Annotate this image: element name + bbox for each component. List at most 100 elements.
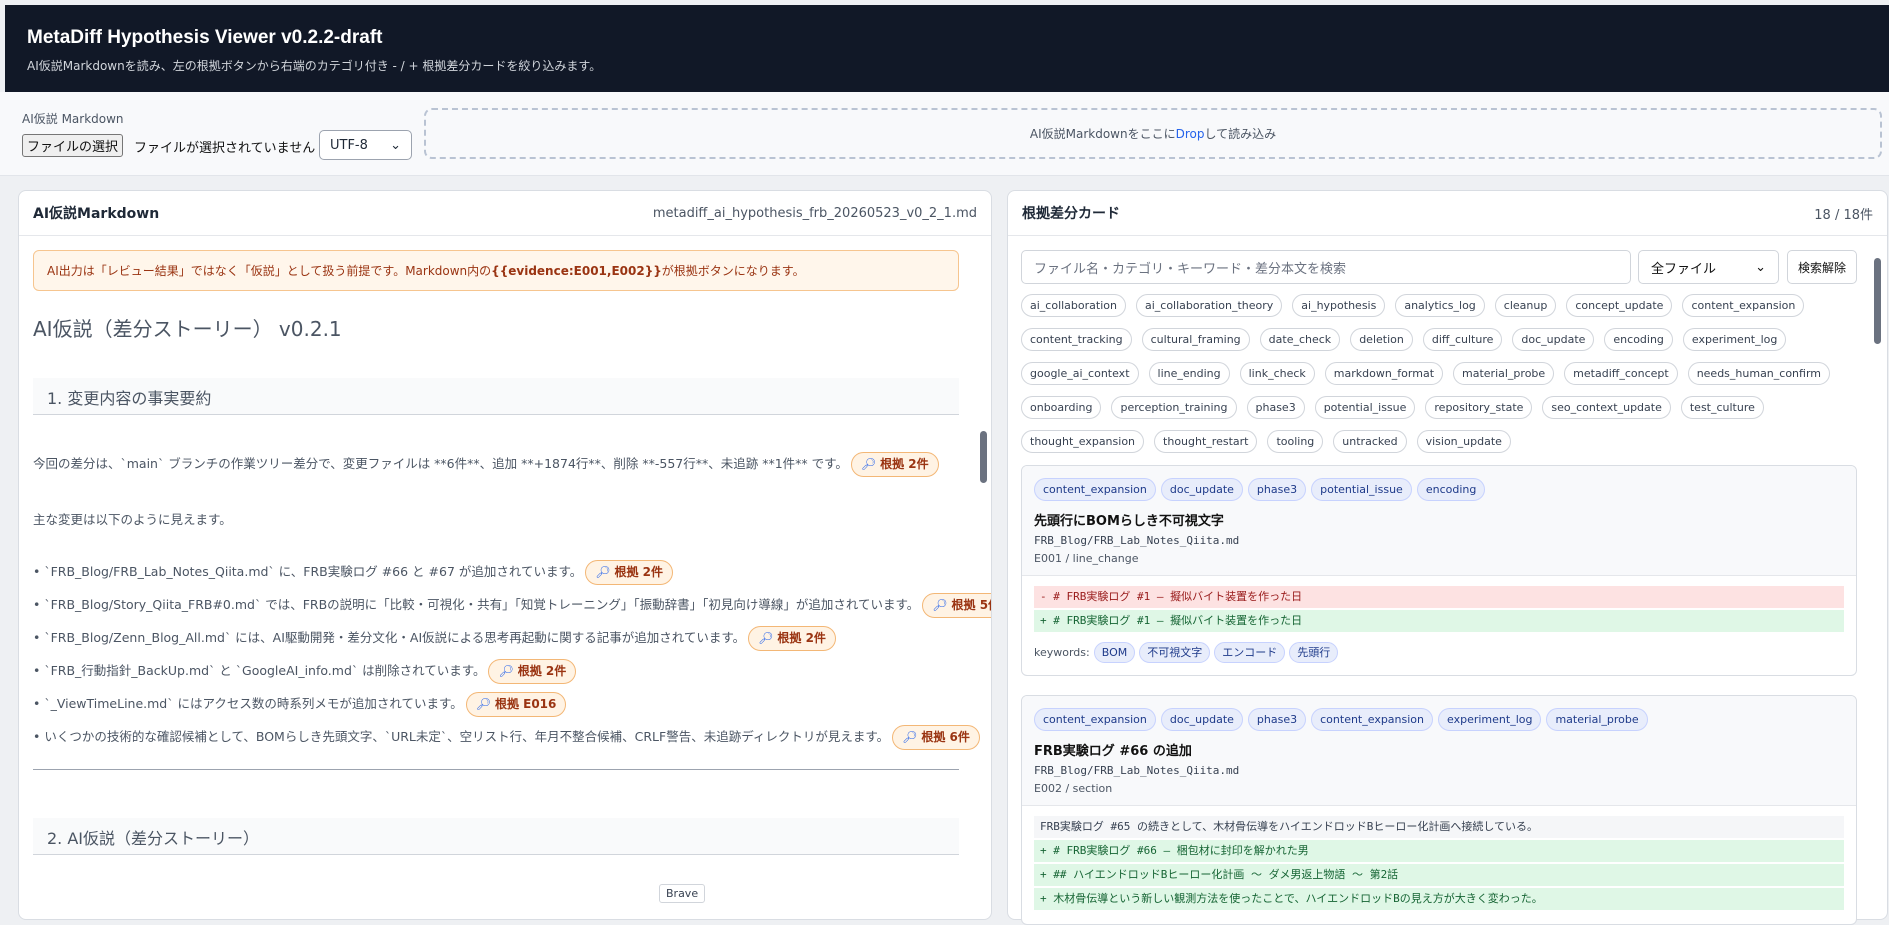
card-diff: FRB実験ログ #65 の続きとして、木材骨伝導をハイエンドロッドBヒーロー化計… [1022, 806, 1856, 910]
category-tag[interactable]: line_ending [1148, 362, 1230, 385]
list-item-text: • `FRB_Blog/Zenn_Blog_All.md` には、AI駆動開発・… [33, 630, 746, 645]
category-tag[interactable]: ai_collaboration_theory [1135, 294, 1283, 317]
category-tag[interactable]: thought_expansion [1021, 430, 1145, 453]
category-tag[interactable]: concept_update [1566, 294, 1673, 317]
category-tag[interactable]: tooling [1267, 430, 1324, 453]
card-tag[interactable]: potential_issue [1311, 478, 1412, 501]
category-tag[interactable]: phase3 [1246, 396, 1305, 419]
evidence-button[interactable]: 🔎︎ 根拠 2件 [585, 560, 674, 585]
evidence-button-label: 根拠 5件 [951, 598, 991, 612]
category-tag[interactable]: test_culture [1680, 396, 1764, 419]
keyword-tag[interactable]: エンコード [1214, 642, 1286, 663]
category-tag[interactable]: repository_state [1425, 396, 1533, 419]
card-tag[interactable]: doc_update [1160, 708, 1243, 731]
section-heading-1: 1. 変更内容の事実要約 [33, 378, 959, 415]
evidence-button-label: 根拠 2件 [777, 631, 826, 645]
category-tag[interactable]: cleanup [1494, 294, 1557, 317]
category-tag[interactable]: google_ai_context [1021, 362, 1139, 385]
category-tag[interactable]: date_check [1259, 328, 1341, 351]
evidence-button-label: 根拠 2件 [614, 565, 664, 579]
card-tag[interactable]: experiment_log [1438, 708, 1542, 731]
category-tag[interactable]: diff_culture [1422, 328, 1503, 351]
file-status: ファイルが選択されていません [134, 141, 316, 156]
category-tag[interactable]: needs_human_confirm [1687, 362, 1831, 385]
encoding-select[interactable]: UTF-8 ⌄ [319, 130, 412, 160]
evidence-button[interactable]: 🔎︎ 根拠 2件 [850, 452, 939, 477]
card-id: E002 / section [1034, 782, 1113, 795]
app-title: MetaDiff Hypothesis Viewer v0.2.2-draft [27, 27, 383, 48]
section-heading-2: 2. AI仮説（差分ストーリー） [33, 818, 959, 855]
file-filter-select[interactable]: 全ファイル ⌄ [1638, 250, 1779, 284]
search-icon: 🔎︎ [902, 730, 918, 744]
list-item: • `FRB_Blog/Zenn_Blog_All.md` には、AI駆動開発・… [33, 621, 977, 654]
drop-highlight: Drop [1175, 126, 1205, 141]
card-tag[interactable]: material_probe [1546, 708, 1648, 731]
keyword-tag[interactable]: BOM [1093, 642, 1136, 663]
category-tag[interactable]: markdown_format [1324, 362, 1444, 385]
category-tag[interactable]: ai_hypothesis [1292, 294, 1386, 317]
divider [33, 769, 959, 770]
card-tag[interactable]: content_expansion [1034, 478, 1156, 501]
keyword-tag[interactable]: 先頭行 [1289, 642, 1339, 663]
evidence-scrollbar[interactable] [1874, 258, 1881, 344]
category-tag[interactable]: metadiff_concept [1564, 362, 1678, 385]
category-tag[interactable]: untracked [1333, 430, 1407, 453]
search-icon: 🔎︎ [498, 664, 514, 678]
category-tag[interactable]: doc_update [1512, 328, 1595, 351]
card-path: FRB_Blog/FRB_Lab_Notes_Qiita.md [1034, 764, 1240, 777]
search-icon: 🔎︎ [932, 598, 948, 612]
category-tag[interactable]: deletion [1350, 328, 1413, 351]
card-keywords: keywords: BOM 不可視文字 エンコード 先頭行 [1022, 634, 1856, 675]
evidence-card[interactable]: content_expansion doc_update phase3 cont… [1021, 695, 1857, 925]
drop-suffix: して読み込み [1204, 127, 1277, 141]
markdown-label: AI仮説 Markdown [22, 112, 124, 126]
evidence-panel-title: 根拠差分カード [1022, 206, 1120, 222]
card-path: FRB_Blog/FRB_Lab_Notes_Qiita.md [1034, 534, 1240, 547]
keyword-tag[interactable]: 不可視文字 [1139, 642, 1211, 663]
category-tag[interactable]: encoding [1604, 328, 1673, 351]
file-choose-button[interactable]: ファイルの選択 [22, 134, 124, 157]
search-icon: 🔎︎ [595, 565, 611, 579]
markdown-dropzone[interactable]: AI仮説Markdownをここに Drop して読み込み [424, 108, 1882, 159]
evidence-button-label: 根拠 2件 [880, 457, 929, 471]
card-tags: content_expansion doc_update phase3 pote… [1034, 478, 1844, 501]
card-tag[interactable]: phase3 [1247, 708, 1307, 731]
evidence-button[interactable]: 🔎︎根拠 5件 [922, 593, 991, 618]
evidence-button[interactable]: 🔎︎ 根拠 2件 [748, 626, 836, 651]
evidence-button[interactable]: 🔎︎ 根拠 E016 [465, 692, 567, 717]
markdown-scrollbar[interactable] [980, 431, 987, 483]
list-item-text: • `FRB_Blog/FRB_Lab_Notes_Qiita.md` に、FR… [33, 564, 583, 579]
card-tag[interactable]: content_expansion [1311, 708, 1434, 731]
card-id: E001 / line_change [1034, 552, 1139, 565]
clear-search-button[interactable]: 検索解除 [1787, 250, 1857, 284]
category-tag[interactable]: onboarding [1021, 396, 1102, 419]
diff-line-added: + ## ハイエンドロッドBヒーロー化計画 〜 ダメ男返上物語 〜 第2話 [1034, 864, 1844, 886]
list-item: • `FRB_行動指針_BackUp.md` と `GoogleAI_info.… [33, 654, 977, 687]
evidence-button[interactable]: 🔎︎ 根拠 2件 [488, 659, 577, 684]
category-tag[interactable]: seo_context_update [1542, 396, 1671, 419]
category-tag[interactable]: ai_collaboration [1021, 294, 1126, 317]
category-tag[interactable]: analytics_log [1395, 294, 1485, 317]
evidence-button[interactable]: 🔎︎ 根拠 6件 [892, 725, 980, 750]
category-tag[interactable]: vision_update [1416, 430, 1511, 453]
category-tag[interactable]: content_tracking [1021, 328, 1132, 351]
category-tag[interactable]: content_expansion [1682, 294, 1805, 317]
card-tag[interactable]: encoding [1416, 478, 1486, 501]
category-tag[interactable]: potential_issue [1314, 396, 1416, 419]
evidence-card[interactable]: content_expansion doc_update phase3 pote… [1021, 465, 1857, 676]
list-item-text: • `FRB_行動指針_BackUp.md` と `GoogleAI_info.… [33, 663, 486, 678]
notice-evidence-token: {{evidence:E001,E002}} [491, 263, 662, 278]
evidence-panel-header: 根拠差分カード 18 / 18件 [1008, 191, 1887, 236]
evidence-button-label: 根拠 E016 [494, 697, 557, 711]
evidence-search-input[interactable]: ファイル名・カテゴリ・キーワード・差分本文を検索 [1021, 250, 1631, 284]
card-tag[interactable]: content_expansion [1034, 708, 1156, 731]
category-tag[interactable]: experiment_log [1682, 328, 1787, 351]
card-tag[interactable]: doc_update [1160, 478, 1243, 501]
category-tag[interactable]: link_check [1239, 362, 1315, 385]
category-tag[interactable]: material_probe [1453, 362, 1555, 385]
category-tag[interactable]: perception_training [1111, 396, 1237, 419]
encoding-value: UTF-8 [330, 137, 368, 153]
category-tag[interactable]: cultural_framing [1141, 328, 1250, 351]
category-tag[interactable]: thought_restart [1154, 430, 1258, 453]
card-tag[interactable]: phase3 [1247, 478, 1307, 501]
